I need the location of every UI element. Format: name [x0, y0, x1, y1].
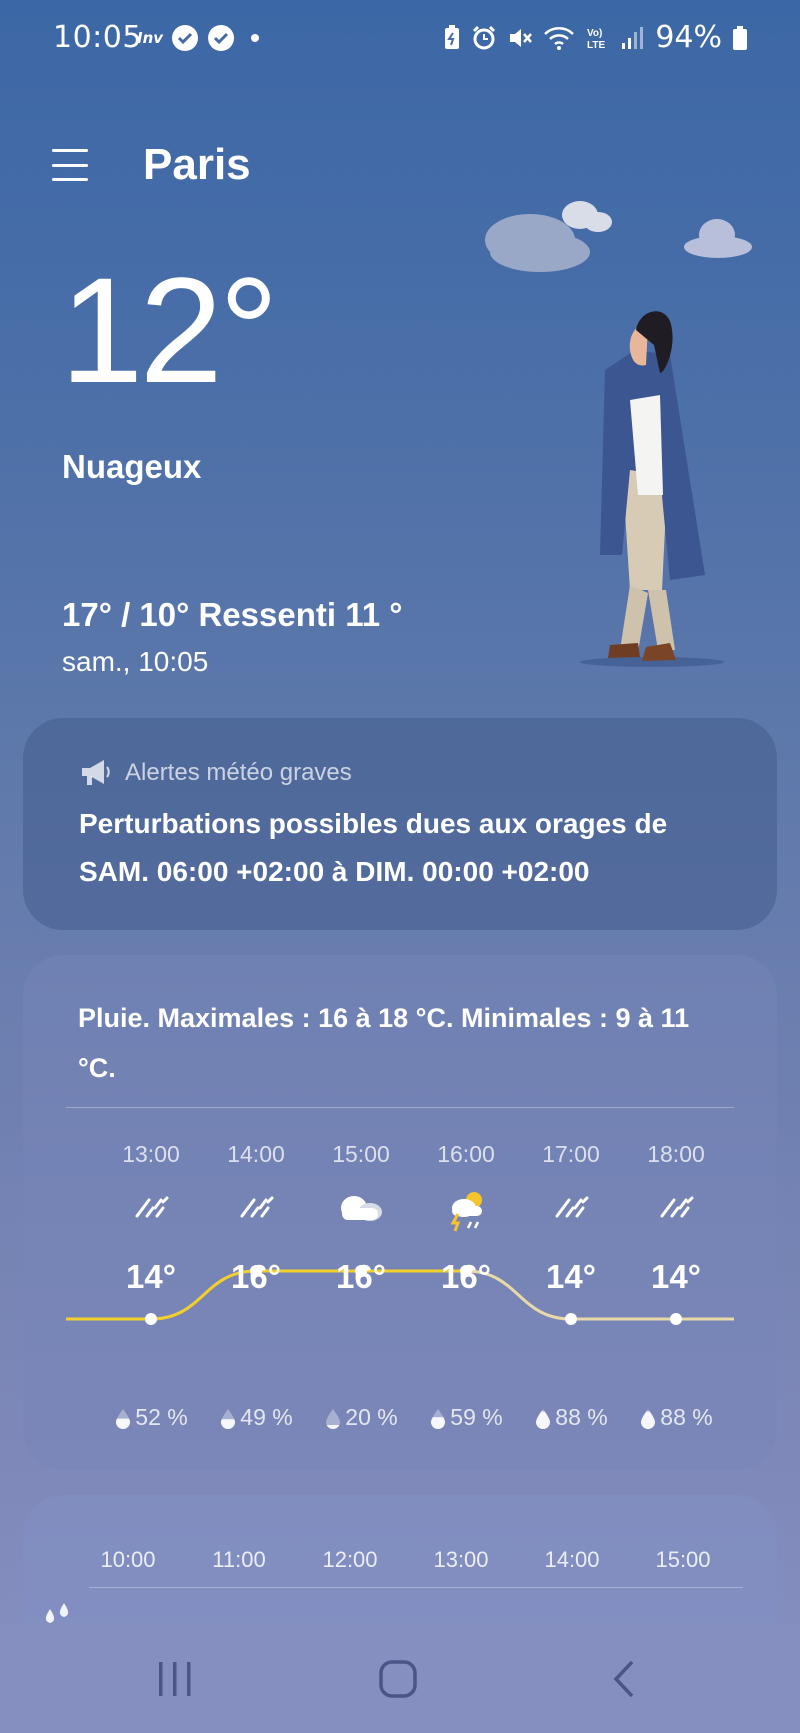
water-drop-icon — [326, 1408, 341, 1429]
rain-icon — [96, 1190, 206, 1224]
city-title: Paris — [143, 140, 251, 189]
alert-header-label: Alertes météo graves — [125, 759, 352, 786]
back-icon[interactable] — [610, 1659, 640, 1699]
hour-temperature: 14° — [126, 1258, 176, 1295]
hour-column: 14:00 16° 49 % — [201, 955, 311, 1470]
alert-text: Perturbations possibles dues aux orages … — [79, 808, 668, 887]
home-icon[interactable] — [378, 1659, 418, 1699]
cloud-icon — [485, 201, 612, 272]
person-figure — [600, 311, 705, 661]
cloud-icon — [684, 219, 752, 258]
wifi-icon — [544, 26, 575, 50]
precipitation-hour: 14:00 — [544, 1547, 600, 1572]
hour-precipitation: 49 % — [201, 1404, 311, 1431]
signal-icon — [622, 26, 644, 49]
svg-text:Vo): Vo) — [587, 28, 602, 39]
svg-text:LTE: LTE — [587, 40, 605, 51]
hour-column: 18:00 14° 88 % — [621, 955, 731, 1470]
thunderstorm-icon — [411, 1190, 521, 1232]
battery-icon — [733, 25, 747, 50]
dot-icon — [251, 34, 260, 42]
hour-temperature: 16° — [231, 1258, 281, 1295]
precip-value: 20 % — [345, 1404, 398, 1430]
water-drop-icon — [641, 1408, 656, 1429]
water-drop-icon — [221, 1408, 236, 1429]
alert-header: Alertes météo graves — [79, 758, 352, 788]
battery-saver-icon — [445, 24, 460, 49]
mute-icon — [510, 28, 533, 47]
hour-precipitation: 52 % — [96, 1404, 206, 1431]
inv-icon: Inv — [137, 29, 164, 47]
hour-column: 13:00 14° 52 % — [96, 955, 206, 1470]
hour-time: 16:00 — [437, 1141, 495, 1167]
current-temperature: 12° — [60, 246, 279, 414]
precip-value: 52 % — [135, 1404, 188, 1430]
volte-icon: Vo)LTE — [587, 28, 605, 51]
hour-precipitation: 88 % — [621, 1404, 731, 1431]
rain-icon — [621, 1190, 731, 1224]
hour-temperature: 16° — [441, 1258, 491, 1295]
check-circle-icon — [208, 25, 235, 51]
hour-time: 14:00 — [227, 1141, 285, 1167]
alarm-icon — [473, 25, 496, 49]
hour-precipitation: 20 % — [306, 1404, 416, 1431]
hour-column: 16:00 16° 59 % — [411, 955, 521, 1470]
precip-value: 59 % — [450, 1404, 503, 1430]
hour-time: 15:00 — [332, 1141, 390, 1167]
megaphone-icon — [82, 760, 110, 785]
weather-illustration — [485, 201, 752, 667]
rain-icon — [516, 1190, 626, 1224]
current-condition: Nuageux — [62, 448, 202, 485]
water-drop-icon — [431, 1408, 446, 1429]
precipitation-hour: 10:00 — [100, 1547, 156, 1572]
rain-icon — [201, 1190, 311, 1224]
hour-time: 17:00 — [542, 1141, 600, 1167]
precipitation-hour: 11:00 — [212, 1547, 266, 1572]
hour-temperature: 16° — [336, 1258, 386, 1295]
status-right-icons: Vo) LTE 94% — [443, 20, 748, 55]
weather-alert-card[interactable]: Alertes météo graves Perturbations possi… — [23, 718, 777, 930]
hour-temperature: 14° — [546, 1258, 596, 1295]
battery-percent: 94% — [655, 20, 722, 55]
water-drop-icon — [116, 1408, 131, 1429]
cloudy-icon — [306, 1190, 416, 1224]
water-drop-icon — [536, 1408, 551, 1429]
hour-column: 15:00 16° 20 % — [306, 955, 416, 1470]
hour-temperature: 14° — [651, 1258, 701, 1295]
divider — [89, 1587, 743, 1588]
precip-value: 88 % — [660, 1404, 713, 1430]
top-bar: Paris — [52, 140, 251, 190]
precipitation-hour: 15:00 — [655, 1547, 711, 1572]
hour-precipitation: 59 % — [411, 1404, 521, 1431]
hourly-forecast[interactable]: 13:00 14° 52 % 14:00 16° 49 % 15:00 16° 20 % 1… — [23, 955, 777, 1470]
current-datetime: sam., 10:05 — [62, 646, 209, 677]
precip-value: 49 % — [240, 1404, 293, 1430]
precipitation-hour: 13:00 — [433, 1547, 489, 1572]
precip-value: 88 % — [555, 1404, 608, 1430]
hour-time: 18:00 — [647, 1141, 705, 1167]
hour-time: 13:00 — [122, 1141, 180, 1167]
precipitation-hour: 12:00 — [322, 1547, 378, 1572]
check-circle-icon — [172, 25, 199, 51]
recents-icon[interactable] — [156, 1659, 194, 1699]
hour-column: 17:00 14° 88 % — [516, 955, 626, 1470]
navigation-bar — [0, 1625, 800, 1733]
hour-precipitation: 88 % — [516, 1404, 626, 1431]
menu-icon[interactable] — [52, 149, 88, 181]
status-left-icons: Inv — [137, 24, 263, 52]
hourly-forecast-card: Pluie. Maximales : 16 à 18 °C. Minimales… — [23, 955, 777, 1470]
status-bar: 10:05 Inv Vo) LTE 94% — [0, 0, 800, 80]
hilo-feels-like: 17° / 10° Ressenti 11 ° — [62, 596, 403, 633]
status-time: 10:05 — [53, 20, 142, 55]
precipitation-hours: 10:00 11:00 12:00 13:00 14:00 15:00 — [83, 1547, 743, 1587]
